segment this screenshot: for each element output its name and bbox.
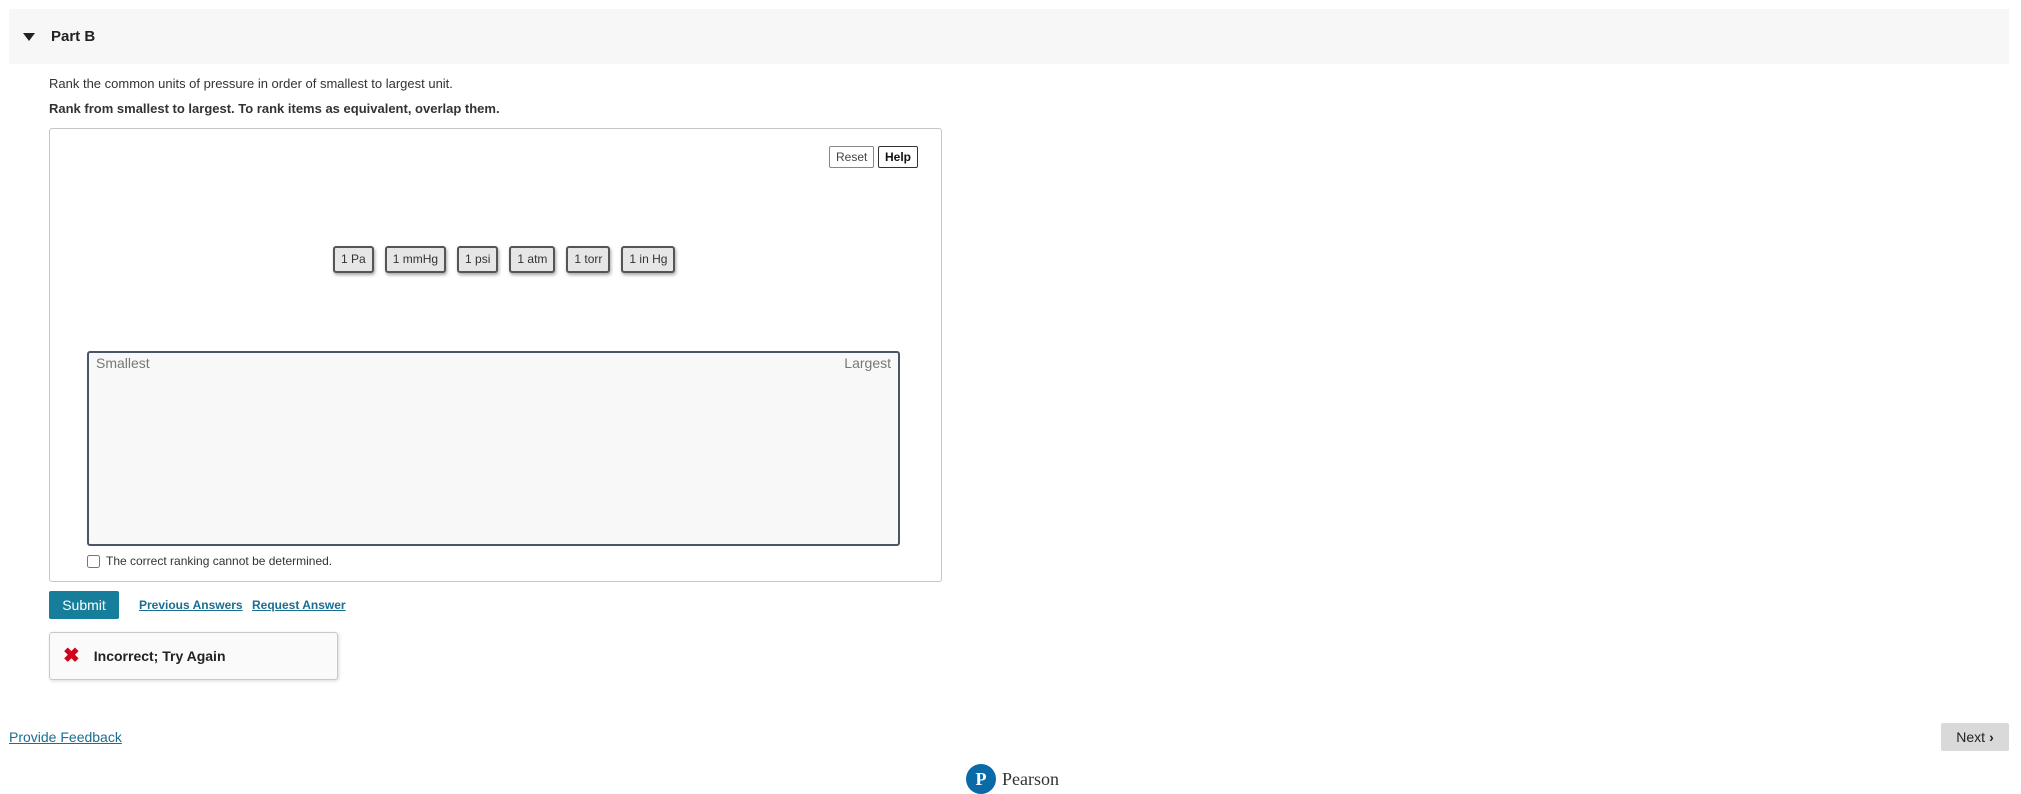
feedback-box: ✖ Incorrect; Try Again bbox=[49, 632, 338, 680]
cannot-determine-option[interactable]: The correct ranking cannot be determined… bbox=[87, 554, 332, 568]
caret-down-icon[interactable] bbox=[23, 32, 35, 41]
provide-feedback-link[interactable]: Provide Feedback bbox=[9, 729, 122, 745]
cannot-determine-label: The correct ranking cannot be determined… bbox=[106, 554, 333, 568]
next-button[interactable]: Next › bbox=[1941, 723, 2009, 751]
rank-items-pool: 1 Pa 1 mmHg 1 psi 1 atm 1 torr 1 in Hg bbox=[333, 246, 676, 273]
chevron-right-icon: › bbox=[1989, 729, 1994, 745]
next-label: Next bbox=[1956, 729, 1986, 745]
pearson-logo: P Pearson bbox=[966, 764, 1059, 794]
submit-button[interactable]: Submit bbox=[49, 591, 119, 619]
pearson-mark-icon: P bbox=[966, 764, 996, 794]
previous-answers-link[interactable]: Previous Answers bbox=[139, 598, 243, 612]
rank-item-inhg[interactable]: 1 in Hg bbox=[621, 246, 676, 273]
incorrect-x-icon: ✖ bbox=[63, 645, 80, 667]
ranking-drop-zone[interactable]: Smallest Largest bbox=[87, 351, 900, 546]
help-button[interactable]: Help bbox=[878, 146, 919, 168]
cannot-determine-checkbox[interactable] bbox=[87, 554, 100, 568]
largest-label: Largest bbox=[844, 355, 891, 371]
feedback-message: Incorrect; Try Again bbox=[93, 648, 226, 664]
part-header[interactable]: Part B bbox=[9, 9, 2009, 64]
rank-item-atm[interactable]: 1 atm bbox=[509, 246, 556, 273]
question-text: Rank the common units of pressure in ord… bbox=[49, 76, 453, 91]
pearson-wordmark: Pearson bbox=[1002, 768, 1059, 789]
ranking-container: Reset Help 1 Pa 1 mmHg 1 psi 1 atm 1 tor… bbox=[49, 128, 942, 582]
instruction-text: Rank from smallest to largest. To rank i… bbox=[49, 101, 500, 116]
rank-item-torr[interactable]: 1 torr bbox=[566, 246, 611, 273]
rank-item-psi[interactable]: 1 psi bbox=[457, 246, 499, 273]
rank-item-mmhg[interactable]: 1 mmHg bbox=[384, 246, 447, 273]
smallest-label: Smallest bbox=[96, 355, 150, 371]
rank-item-pa[interactable]: 1 Pa bbox=[333, 246, 374, 273]
reset-button[interactable]: Reset bbox=[829, 146, 875, 168]
request-answer-link[interactable]: Request Answer bbox=[252, 598, 346, 612]
part-title: Part B bbox=[51, 28, 96, 45]
